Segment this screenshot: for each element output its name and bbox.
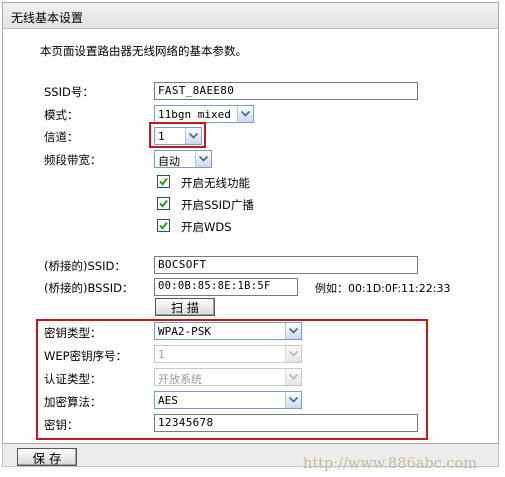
save-button[interactable]: 保 存	[17, 448, 77, 466]
channel-select[interactable]: 1	[154, 127, 202, 145]
enable-wds-checkbox[interactable]	[157, 219, 170, 232]
chevron-down-icon	[185, 128, 201, 144]
ssid-input[interactable]: FAST_8AEE80	[154, 82, 418, 100]
bandwidth-label: 频段带宽：	[44, 153, 102, 167]
bandwidth-select[interactable]: 自动	[154, 150, 212, 168]
channel-label: 信道：	[44, 130, 79, 144]
scan-button[interactable]: 扫 描	[155, 298, 215, 316]
ssid-label: SSID号：	[44, 85, 94, 99]
key-type-select[interactable]: WPA2-PSK	[154, 322, 302, 340]
enable-wds-label: 开启WDS	[181, 220, 232, 234]
wep-index-select[interactable]: 1	[154, 345, 302, 363]
check-icon	[159, 177, 168, 186]
channel-value: 1	[158, 130, 165, 143]
check-icon	[159, 221, 168, 230]
key-type-value: WPA2-PSK	[158, 325, 211, 338]
chevron-down-icon	[237, 106, 253, 122]
chevron-down-icon	[285, 369, 301, 385]
wep-index-value: 1	[158, 348, 165, 361]
mode-value: 11bgn mixed	[158, 108, 231, 121]
enable-wireless-checkbox[interactable]	[157, 175, 170, 188]
panel-title: 无线基本设置	[3, 3, 498, 29]
chevron-down-icon	[285, 323, 301, 339]
mode-select[interactable]: 11bgn mixed	[154, 105, 254, 123]
bridge-ssid-label: (桥接的)SSID：	[44, 259, 126, 273]
key-input[interactable]: 12345678	[154, 414, 418, 432]
encryption-value: AES	[158, 394, 178, 407]
encryption-label: 加密算法：	[44, 395, 102, 409]
wep-index-label: WEP密钥序号：	[44, 349, 128, 363]
chevron-down-icon	[285, 346, 301, 362]
mode-label: 模式：	[44, 108, 79, 122]
key-label: 密钥：	[44, 418, 79, 432]
check-icon	[159, 199, 168, 208]
bridge-bssid-label: (桥接的)BSSID：	[44, 281, 134, 295]
auth-type-select[interactable]: 开放系统	[154, 368, 302, 386]
bandwidth-value: 自动	[158, 155, 180, 168]
page-description: 本页面设置路由器无线网络的基本参数。	[40, 44, 247, 58]
encryption-select[interactable]: AES	[154, 391, 302, 409]
bridge-bssid-input[interactable]: 00:0B:85:8E:1B:5F	[154, 278, 298, 296]
auth-type-value: 开放系统	[158, 373, 202, 386]
chevron-down-icon	[195, 151, 211, 167]
enable-wireless-label: 开启无线功能	[181, 176, 250, 190]
enable-ssid-broadcast-checkbox[interactable]	[157, 197, 170, 210]
chevron-down-icon	[285, 392, 301, 408]
enable-ssid-broadcast-label: 开启SSID广播	[181, 198, 254, 212]
key-type-label: 密钥类型：	[44, 326, 102, 340]
auth-type-label: 认证类型：	[44, 372, 102, 386]
bridge-ssid-input[interactable]: BOCSOFT	[154, 256, 418, 274]
bssid-example-hint: 例如：00:1D:0F:11:22:33	[315, 282, 451, 295]
watermark: http://www.886abc.com	[303, 456, 477, 472]
